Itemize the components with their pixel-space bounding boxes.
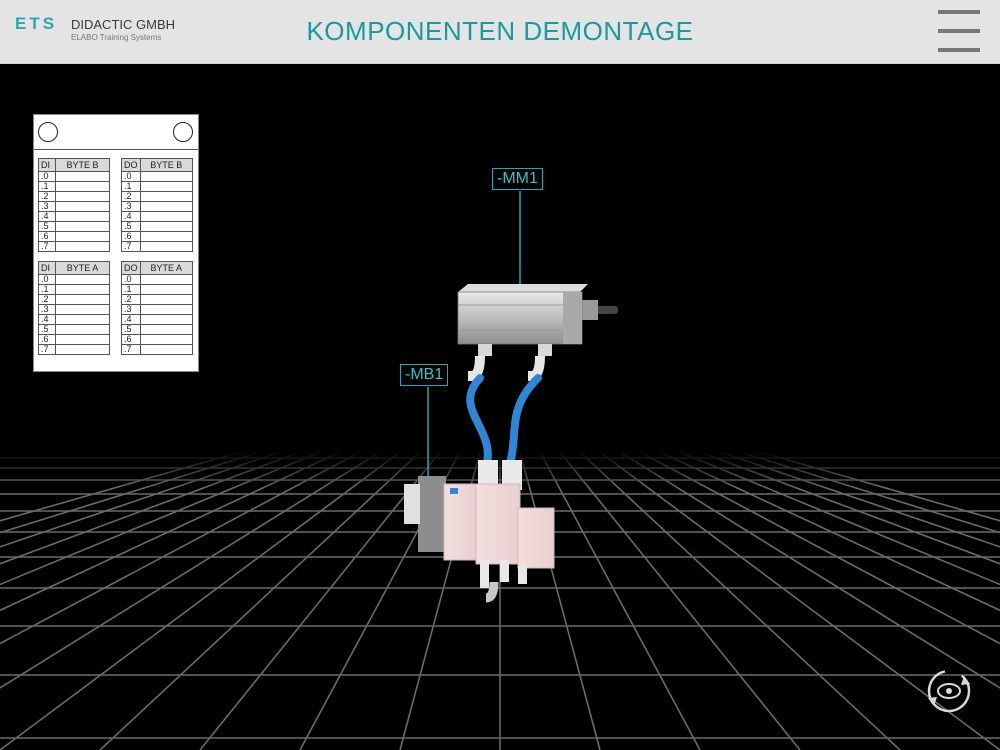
io-cell — [139, 314, 193, 325]
io-cell — [139, 191, 193, 202]
io-bit: .2 — [121, 191, 141, 202]
io-cell — [139, 334, 193, 345]
io-cell — [139, 274, 193, 285]
io-head-type: DI — [38, 261, 56, 275]
io-cell — [55, 314, 110, 325]
io-bit: .2 — [38, 294, 56, 305]
io-panel-header — [34, 115, 198, 150]
io-bit: .4 — [121, 211, 141, 222]
io-bit: .0 — [121, 274, 141, 285]
label-mb1[interactable]: -MB1 — [400, 364, 449, 386]
io-table-di-byte-b: DI BYTE B .0 .1 .2 .3 .4 .5 .6 .7 — [38, 158, 110, 252]
io-table-di-byte-a: DI BYTE A .0 .1 .2 .3 .4 .5 .6 .7 — [38, 261, 110, 355]
io-cell — [55, 304, 110, 315]
io-bit: .7 — [121, 241, 141, 252]
mounting-hole — [38, 122, 58, 142]
io-cell — [55, 171, 110, 182]
io-bit: .2 — [38, 191, 56, 202]
io-assignment-panel: DI BYTE B .0 .1 .2 .3 .4 .5 .6 .7 DO BYTE … — [33, 114, 199, 372]
io-bit: .4 — [121, 314, 141, 325]
io-bit: .1 — [38, 284, 56, 295]
io-bit: .6 — [121, 334, 141, 345]
io-cell — [55, 274, 110, 285]
io-cell — [139, 201, 193, 212]
io-bit: .6 — [38, 334, 56, 345]
io-bit: .5 — [121, 324, 141, 335]
io-bit: .0 — [38, 171, 56, 182]
io-cell — [139, 304, 193, 315]
io-bit: .1 — [121, 284, 141, 295]
io-cell — [139, 231, 193, 242]
io-cell — [139, 284, 193, 295]
io-bit: .0 — [38, 274, 56, 285]
rotate-view-icon[interactable] — [926, 668, 972, 714]
io-cell — [55, 284, 110, 295]
io-bit: .3 — [38, 304, 56, 315]
io-bit: .1 — [121, 181, 141, 192]
io-bit: .5 — [38, 324, 56, 335]
io-bit: .3 — [121, 304, 141, 315]
io-bit: .0 — [121, 171, 141, 182]
io-cell — [55, 221, 110, 232]
io-head-type: DI — [38, 158, 56, 172]
io-cell — [55, 191, 110, 202]
io-cell — [55, 231, 110, 242]
io-head-type: DO — [121, 261, 141, 275]
io-bit: .2 — [121, 294, 141, 305]
io-cell — [139, 344, 193, 355]
mounting-hole — [173, 122, 193, 142]
io-cell — [139, 241, 193, 252]
io-bit: .1 — [38, 181, 56, 192]
io-cell — [55, 181, 110, 192]
io-table-do-byte-b: DO BYTE B .0 .1 .2 .3 .4 .5 .6 .7 — [121, 158, 193, 252]
io-table-do-byte-a: DO BYTE A .0 .1 .2 .3 .4 .5 .6 .7 — [121, 261, 193, 355]
io-bit: .5 — [121, 221, 141, 232]
io-cell — [55, 294, 110, 305]
io-cell — [139, 221, 193, 232]
io-cell — [139, 211, 193, 222]
io-bit: .7 — [38, 241, 56, 252]
io-bit: .6 — [38, 231, 56, 242]
io-bit: .4 — [38, 211, 56, 222]
io-cell — [139, 294, 193, 305]
io-cell — [55, 324, 110, 335]
label-mm1[interactable]: -MM1 — [492, 168, 543, 190]
company-logo: ETS DIDACTIC GMBH ELABO Training Systems — [15, 14, 185, 48]
app-header: ETS DIDACTIC GMBH ELABO Training Systems… — [0, 0, 1000, 64]
io-bit: .3 — [38, 201, 56, 212]
io-head-byte: BYTE A — [55, 261, 110, 275]
logo-mark: ETS — [15, 14, 58, 33]
io-cell — [139, 324, 193, 335]
io-cell — [55, 334, 110, 345]
company-subtitle: ELABO Training Systems — [71, 33, 162, 42]
io-bit: .3 — [121, 201, 141, 212]
io-head-type: DO — [121, 158, 141, 172]
io-cell — [139, 171, 193, 182]
cylinder-mm1-model — [457, 284, 618, 381]
io-head-byte: BYTE B — [55, 158, 110, 172]
hamburger-menu-icon[interactable] — [938, 10, 980, 52]
io-bit: .7 — [121, 344, 141, 355]
3d-viewport[interactable]: DI BYTE B .0 .1 .2 .3 .4 .5 .6 .7 DO BYTE … — [0, 64, 1000, 750]
company-name: DIDACTIC GMBH — [71, 17, 175, 32]
io-bit: .4 — [38, 314, 56, 325]
io-cell — [55, 211, 110, 222]
io-cell — [55, 241, 110, 252]
page-title: KOMPONENTEN DEMONTAGE — [306, 16, 694, 46]
io-cell — [139, 181, 193, 192]
io-cell — [55, 344, 110, 355]
io-cell — [55, 201, 110, 212]
io-bit: .5 — [38, 221, 56, 232]
io-head-byte: BYTE B — [139, 158, 193, 172]
io-head-byte: BYTE A — [139, 261, 193, 275]
io-bit: .7 — [38, 344, 56, 355]
io-bit: .6 — [121, 231, 141, 242]
